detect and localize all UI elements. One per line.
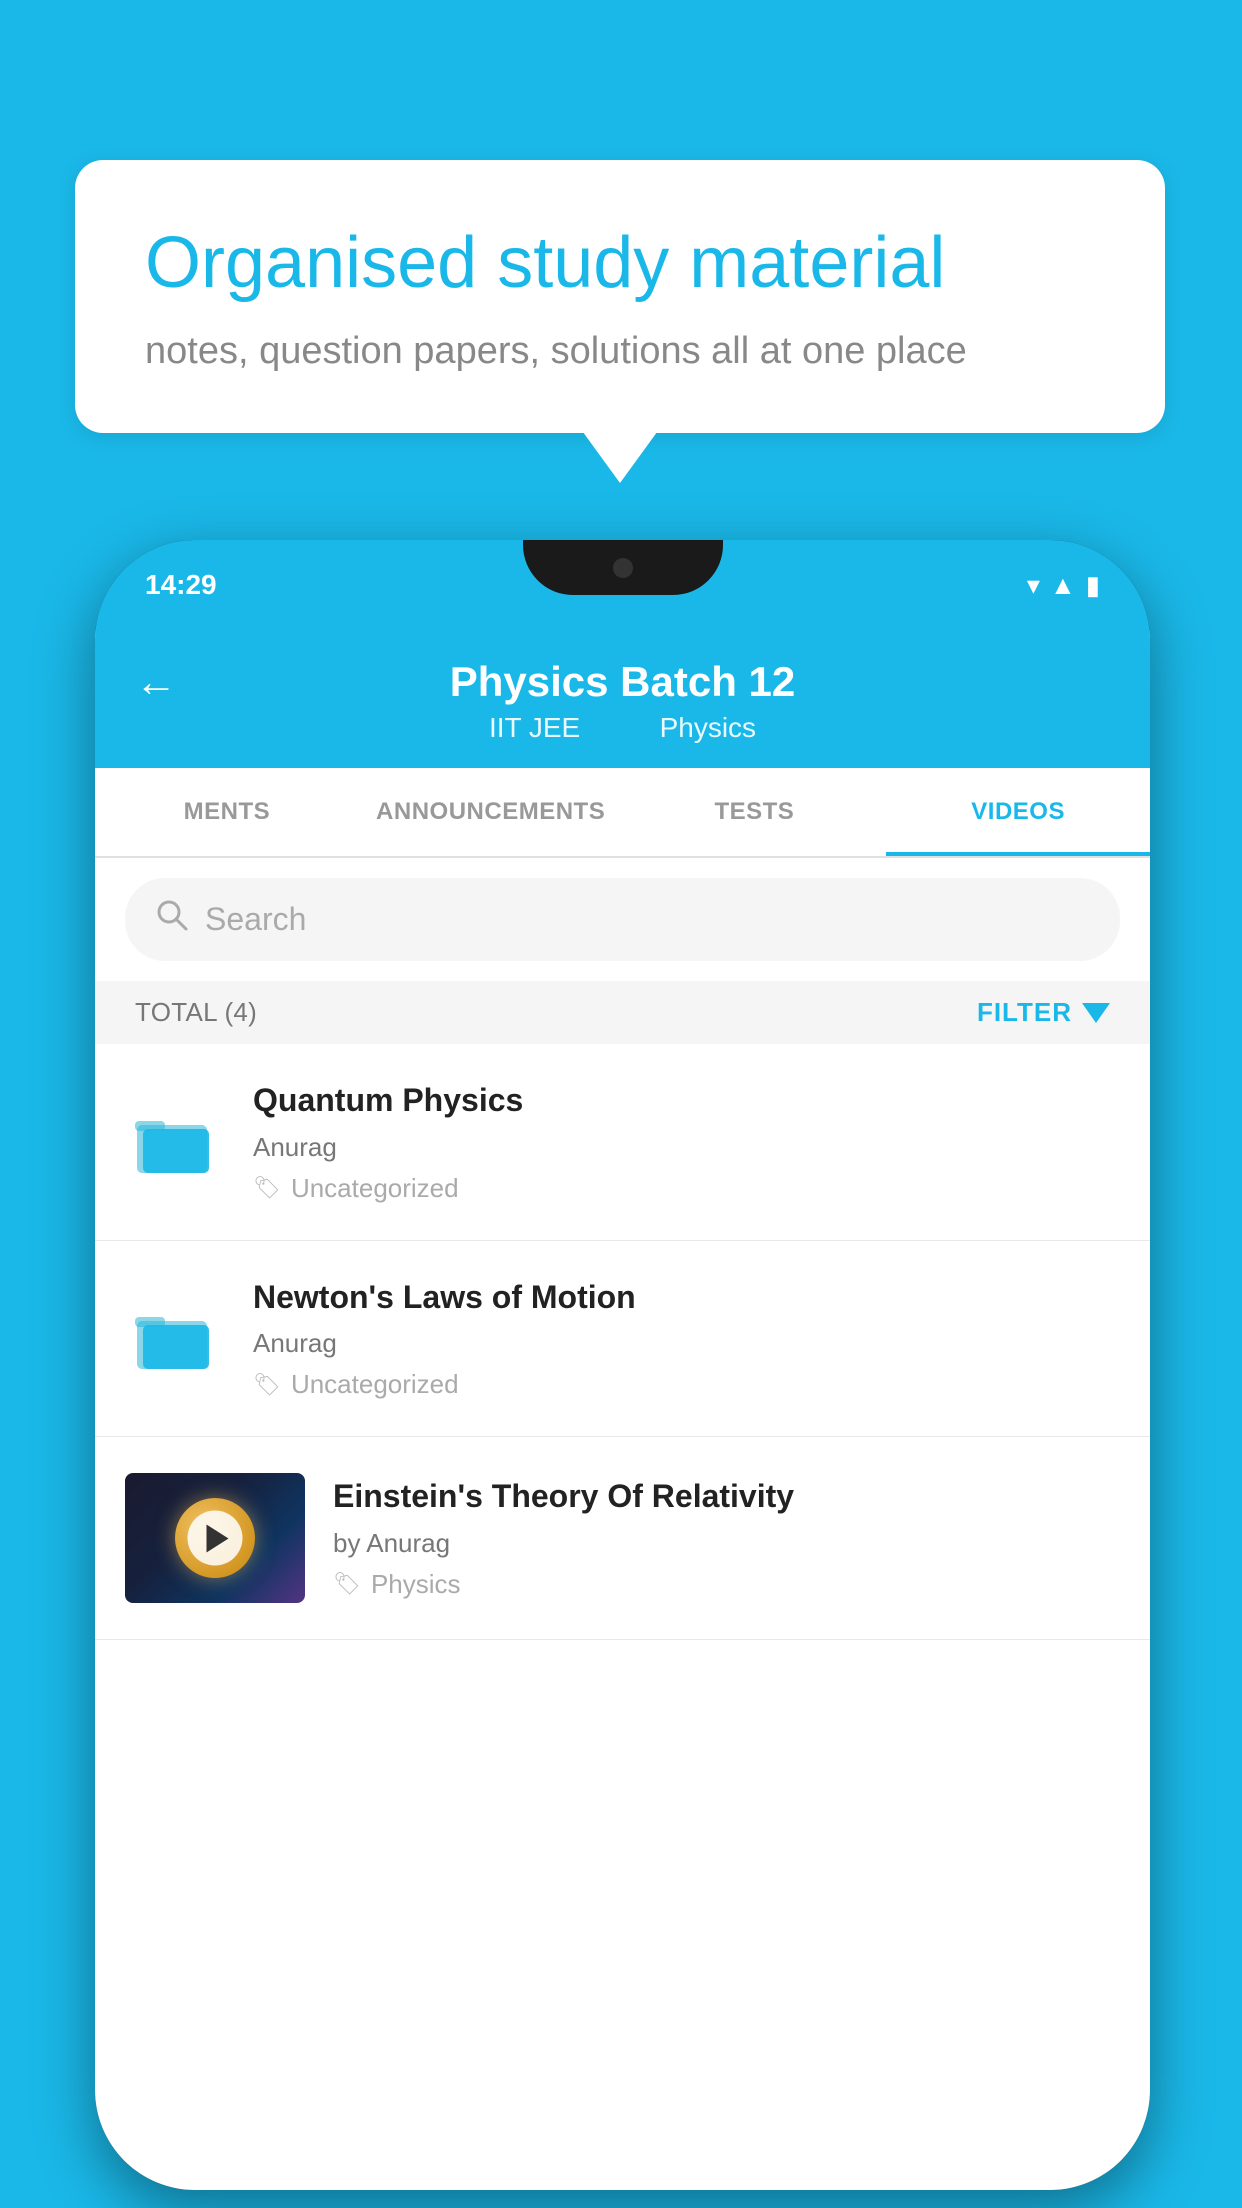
video-info: Quantum Physics Anurag 🏷 Uncategorized: [253, 1080, 1120, 1204]
video-author: Anurag: [253, 1132, 1120, 1163]
tab-tests[interactable]: TESTS: [623, 768, 887, 856]
app-title: Physics Batch 12: [450, 658, 796, 706]
tab-ments[interactable]: MENTS: [95, 768, 359, 856]
filter-label: FILTER: [977, 997, 1072, 1028]
tag-icon: 🏷: [253, 1372, 281, 1398]
folder-icon: [135, 1303, 215, 1373]
video-info: Newton's Laws of Motion Anurag 🏷 Uncateg…: [253, 1277, 1120, 1401]
status-icons: ▾ ▲ ▮: [1027, 570, 1100, 601]
app-header: ← Physics Batch 12 IIT JEE Physics: [95, 630, 1150, 768]
phone-screen: ← Physics Batch 12 IIT JEE Physics MENTS…: [95, 630, 1150, 2190]
total-count: TOTAL (4): [135, 997, 257, 1028]
play-icon: [206, 1524, 228, 1552]
video-author: Anurag: [253, 1328, 1120, 1359]
folder-icon: [135, 1107, 215, 1177]
search-icon: [155, 898, 189, 941]
back-button[interactable]: ←: [135, 658, 177, 706]
signal-icon: ▲: [1050, 570, 1076, 601]
video-thumbnail: [125, 1473, 305, 1603]
tag-label: Uncategorized: [291, 1369, 459, 1400]
speech-bubble-title: Organised study material: [145, 220, 1095, 306]
tag-icon: 🏷: [333, 1571, 361, 1597]
tabs-bar: MENTS ANNOUNCEMENTS TESTS VIDEOS: [95, 768, 1150, 858]
play-button[interactable]: [188, 1511, 243, 1566]
app-subtitle: IIT JEE Physics: [475, 712, 770, 744]
notch: [523, 540, 723, 595]
filter-button[interactable]: FILTER: [977, 997, 1110, 1028]
tab-announcements[interactable]: ANNOUNCEMENTS: [359, 768, 623, 856]
folder-icon-wrap: [125, 1107, 225, 1177]
search-placeholder: Search: [205, 901, 306, 938]
wifi-icon: ▾: [1027, 570, 1040, 601]
folder-icon-wrap: [125, 1303, 225, 1373]
status-time: 14:29: [145, 569, 217, 601]
video-title: Quantum Physics: [253, 1080, 1120, 1122]
subtitle-physics: Physics: [660, 712, 756, 743]
subtitle-sep: [616, 712, 632, 743]
list-item[interactable]: Newton's Laws of Motion Anurag 🏷 Uncateg…: [95, 1241, 1150, 1438]
video-tag: 🏷 Uncategorized: [253, 1369, 1120, 1400]
video-title: Einstein's Theory Of Relativity: [333, 1476, 1120, 1518]
filter-icon: [1082, 1003, 1110, 1023]
filter-row: TOTAL (4) FILTER: [95, 981, 1150, 1044]
video-tag: 🏷 Physics: [333, 1569, 1120, 1600]
video-list: Quantum Physics Anurag 🏷 Uncategorized: [95, 1044, 1150, 1640]
video-tag: 🏷 Uncategorized: [253, 1173, 1120, 1204]
list-item[interactable]: Quantum Physics Anurag 🏷 Uncategorized: [95, 1044, 1150, 1241]
tag-label: Uncategorized: [291, 1173, 459, 1204]
video-title: Newton's Laws of Motion: [253, 1277, 1120, 1319]
battery-icon: ▮: [1086, 570, 1100, 601]
list-item[interactable]: Einstein's Theory Of Relativity by Anura…: [95, 1437, 1150, 1640]
tag-label: Physics: [371, 1569, 461, 1600]
camera-dot: [613, 558, 633, 578]
search-bar[interactable]: Search: [125, 878, 1120, 961]
phone-frame: 14:29 ▾ ▲ ▮ ← Physics Batch 12 IIT JEE P…: [95, 540, 1150, 2190]
video-info: Einstein's Theory Of Relativity by Anura…: [333, 1476, 1120, 1600]
speech-bubble-subtitle: notes, question papers, solutions all at…: [145, 330, 1095, 373]
tag-icon: 🏷: [253, 1175, 281, 1201]
subtitle-iit: IIT JEE: [489, 712, 580, 743]
speech-bubble: Organised study material notes, question…: [75, 160, 1165, 433]
tab-videos[interactable]: VIDEOS: [886, 768, 1150, 856]
video-author: by Anurag: [333, 1528, 1120, 1559]
status-bar: 14:29 ▾ ▲ ▮: [95, 540, 1150, 630]
